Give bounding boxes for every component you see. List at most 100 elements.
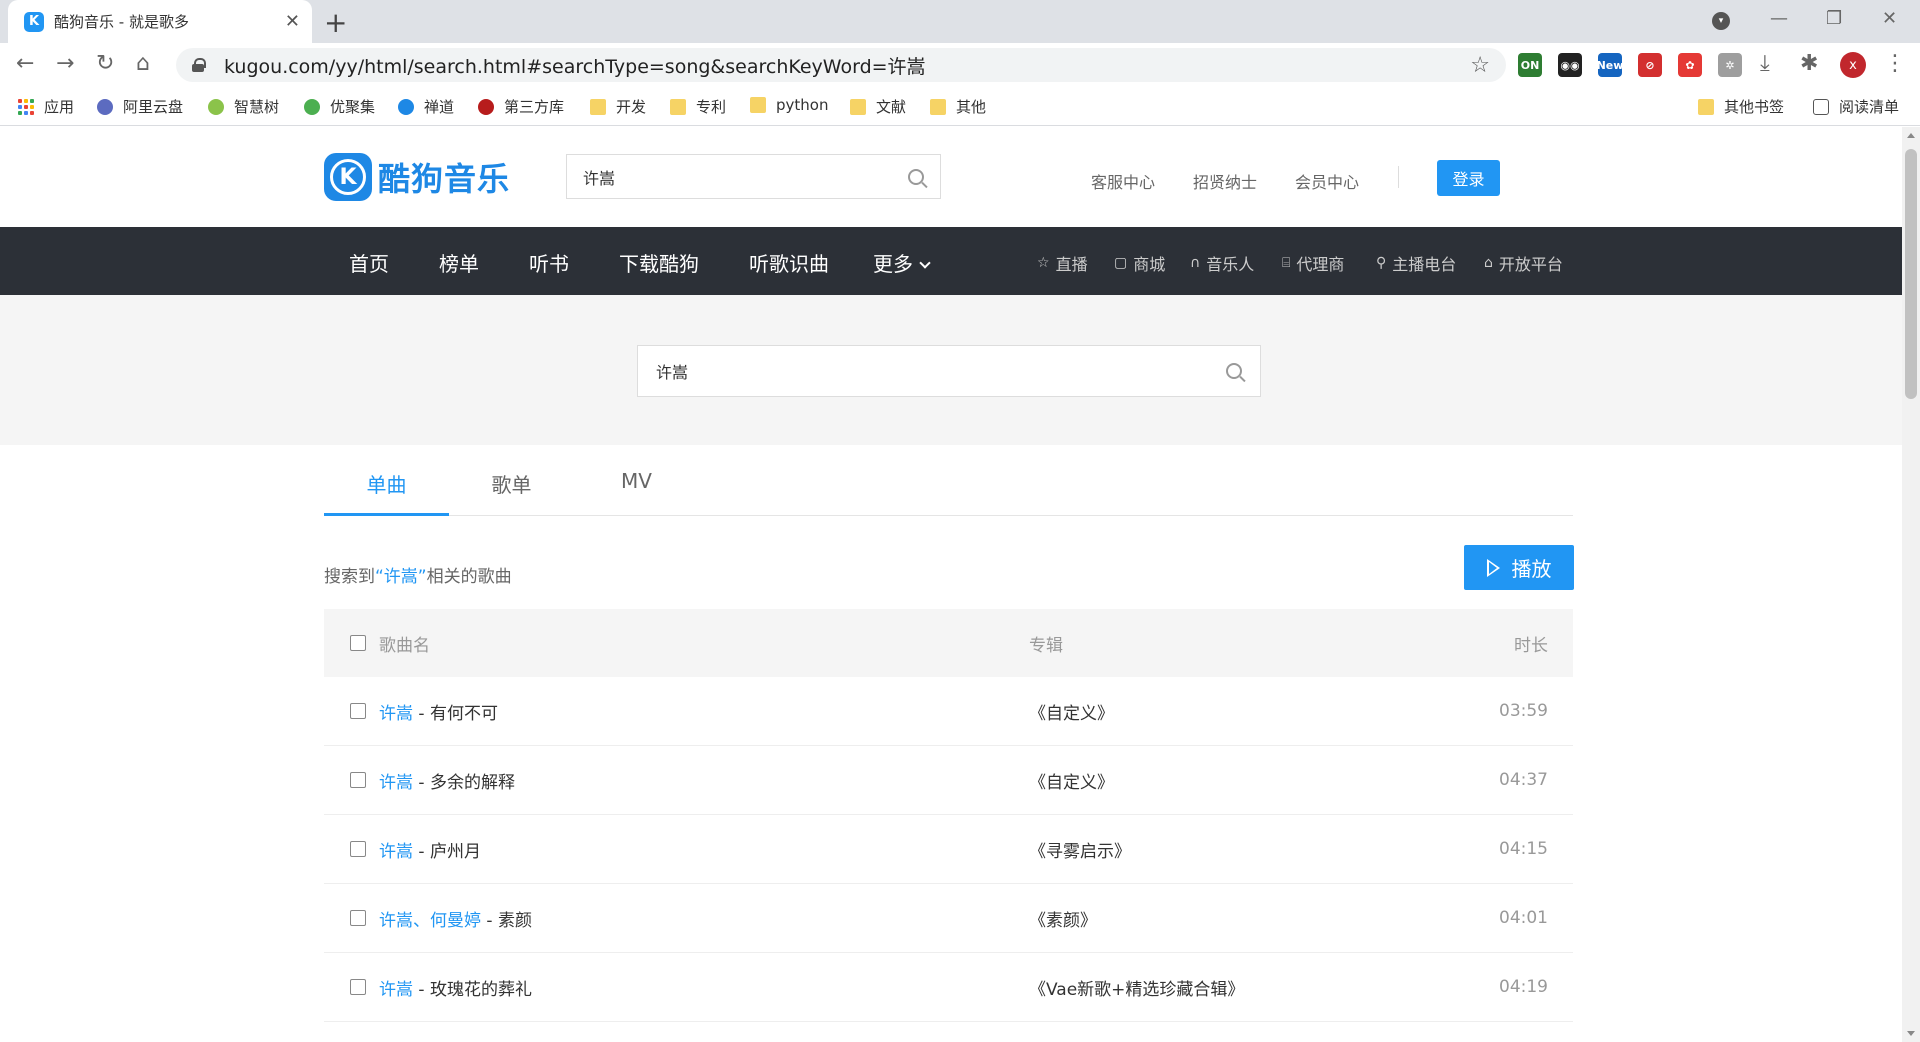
link-customer-service[interactable]: 客服中心 <box>1091 169 1155 193</box>
restore-icon[interactable]: ❐ <box>1826 8 1842 29</box>
table-row[interactable]: 许嵩 - 庐州月 《寻雾启示》 04:15 <box>324 815 1573 884</box>
window-close-icon[interactable]: ✕ <box>1882 8 1897 29</box>
singer-link[interactable]: 许嵩 <box>379 704 413 724</box>
bookmark-item[interactable]: 智慧树 <box>208 96 279 117</box>
bookmark-other[interactable]: 其他书签 <box>1698 96 1784 117</box>
nav-download[interactable]: 下载酷狗 <box>619 248 699 277</box>
red-ext-icon[interactable]: ✿ <box>1678 53 1702 77</box>
menu-kebab-icon[interactable]: ⋮ <box>1884 51 1906 76</box>
nav-more[interactable]: 更多 <box>873 248 931 277</box>
main-search-input[interactable]: 许嵩 <box>637 345 1261 397</box>
extensions-puzzle-icon[interactable]: ✱ <box>1800 51 1818 76</box>
scroll-down-icon[interactable] <box>1907 1031 1915 1036</box>
nav-sub-item[interactable]: ⌸ 代理商 <box>1282 251 1344 275</box>
song-checkbox[interactable] <box>350 772 366 788</box>
nav-sub-item[interactable]: ⌂ 开放平台 <box>1484 251 1563 275</box>
link-vip-center[interactable]: 会员中心 <box>1295 169 1359 193</box>
table-row[interactable]: 许嵩 - 有何不可 《自定义》 03:59 <box>324 677 1573 746</box>
album-link[interactable]: 《自定义》 <box>1029 699 1114 724</box>
reading-list[interactable]: 阅读清单 <box>1813 96 1899 117</box>
table-row[interactable]: 许嵩 - 多余的解释 《自定义》 04:37 <box>324 746 1573 815</box>
nav-charts[interactable]: 榜单 <box>439 248 479 277</box>
select-all-checkbox[interactable] <box>350 635 366 651</box>
song-checkbox[interactable] <box>350 703 366 719</box>
table-row[interactable]: 许嵩、何曼婷 - 素颜 《素颜》 04:01 <box>324 884 1573 953</box>
tab-close-icon[interactable]: ✕ <box>285 11 300 32</box>
singer-link[interactable]: 许嵩 <box>379 980 413 1000</box>
song-title[interactable]: 有何不可 <box>430 704 498 724</box>
reload-icon[interactable]: ↻ <box>96 51 114 76</box>
on-ext-icon[interactable]: ON <box>1518 53 1542 77</box>
bookmark-item[interactable]: 优聚集 <box>304 96 375 117</box>
tab-songs[interactable]: 单曲 <box>324 469 449 516</box>
singer-link[interactable]: 许嵩 <box>379 842 413 862</box>
kugou-logo[interactable]: K 酷狗音乐 <box>324 153 510 201</box>
tab-mv[interactable]: MV <box>574 469 699 516</box>
browser-tab[interactable]: K 酷狗音乐 - 就是歌多 ✕ <box>8 0 312 43</box>
address-bar[interactable]: kugou.com/yy/html/search.html#searchType… <box>176 48 1506 82</box>
page-scrollbar[interactable] <box>1902 127 1920 1042</box>
bookmark-item[interactable]: 阿里云盘 <box>97 96 183 117</box>
bookmark-item[interactable]: 专利 <box>670 96 726 117</box>
play-all-button[interactable]: 播放 <box>1464 545 1574 590</box>
scrollbar-thumb[interactable] <box>1905 149 1917 399</box>
extra-singers[interactable]: 、何曼婷 <box>413 911 481 931</box>
main-search-value[interactable]: 许嵩 <box>656 359 1226 383</box>
download-icon[interactable]: ⤓ <box>1760 51 1770 76</box>
singer-link[interactable]: 许嵩 <box>379 773 413 793</box>
new-tab-button[interactable]: + <box>324 6 347 39</box>
header-search-input[interactable]: 许嵩 <box>566 154 941 199</box>
song-checkbox[interactable] <box>350 841 366 857</box>
link-careers[interactable]: 招贤纳士 <box>1193 169 1257 193</box>
nav-sub-item[interactable]: ⚲ 主播电台 <box>1376 251 1456 275</box>
new-ext-icon[interactable]: New <box>1597 53 1623 77</box>
nav-sub-item[interactable]: ☆ 直播 <box>1037 251 1088 275</box>
table-row[interactable]: 许嵩 - 玫瑰花的葬礼 《Vae新歌+精选珍藏合辑》 04:19 <box>324 953 1573 1022</box>
tab-playlists[interactable]: 歌单 <box>449 469 574 516</box>
binoculars-ext-icon[interactable]: ◉◉ <box>1558 53 1582 77</box>
tab-search-icon[interactable]: ▾ <box>1712 12 1730 30</box>
bookmark-item[interactable]: 禅道 <box>398 96 454 117</box>
song-title[interactable]: 多余的解释 <box>430 773 515 793</box>
nav-sub-icon: ⌸ <box>1282 255 1291 271</box>
nav-sub-item[interactable]: ▢ 商城 <box>1114 251 1165 275</box>
url-text[interactable]: kugou.com/yy/html/search.html#searchType… <box>224 52 1470 79</box>
album-link[interactable]: 《自定义》 <box>1029 768 1114 793</box>
bookmark-item[interactable]: python <box>750 96 828 114</box>
album-link[interactable]: 《寻雾启示》 <box>1029 837 1131 862</box>
song-checkbox[interactable] <box>350 910 366 926</box>
song-title[interactable]: 庐州月 <box>430 842 481 862</box>
result-tabs: 单曲 歌单 MV <box>324 445 1573 516</box>
bookmark-item[interactable]: 应用 <box>18 96 74 117</box>
album-link[interactable]: 《Vae新歌+精选珍藏合辑》 <box>1029 975 1244 1000</box>
bookmark-item[interactable]: 文献 <box>850 96 906 117</box>
forward-icon[interactable]: → <box>56 51 74 76</box>
login-button[interactable]: 登录 <box>1437 160 1500 196</box>
song-title[interactable]: 素颜 <box>498 911 532 931</box>
scroll-up-icon[interactable] <box>1907 133 1915 138</box>
gray-ext-icon[interactable]: ✲ <box>1718 53 1742 77</box>
bookmark-item[interactable]: 其他 <box>930 96 986 117</box>
singer-link[interactable]: 许嵩 <box>379 911 413 931</box>
minimize-icon[interactable]: — <box>1770 8 1788 29</box>
search-icon[interactable] <box>908 168 924 185</box>
nav-home[interactable]: 首页 <box>349 248 389 277</box>
blocked-ext-icon[interactable]: ⊘ <box>1638 53 1662 77</box>
search-icon[interactable] <box>1226 363 1242 379</box>
song-title[interactable]: 玫瑰花的葬礼 <box>430 980 532 1000</box>
header-search-value[interactable]: 许嵩 <box>583 165 908 189</box>
profile-avatar[interactable]: x <box>1840 52 1866 78</box>
bookmark-label: 禅道 <box>424 98 455 116</box>
bookmark-item[interactable]: 第三方库 <box>478 96 564 117</box>
bookmark-item[interactable]: 开发 <box>590 96 646 117</box>
song-checkbox[interactable] <box>350 979 366 995</box>
nav-sub-item[interactable]: ∩ 音乐人 <box>1190 251 1254 275</box>
bookmark-star-icon[interactable]: ☆ <box>1470 53 1490 78</box>
column-album: 专辑 <box>1029 635 1063 656</box>
lock-icon[interactable] <box>192 58 206 72</box>
home-icon[interactable]: ⌂ <box>136 51 150 76</box>
album-link[interactable]: 《素颜》 <box>1029 906 1097 931</box>
back-icon[interactable]: ← <box>16 51 34 76</box>
nav-song-recognition[interactable]: 听歌识曲 <box>749 248 829 277</box>
nav-audiobooks[interactable]: 听书 <box>529 248 569 277</box>
